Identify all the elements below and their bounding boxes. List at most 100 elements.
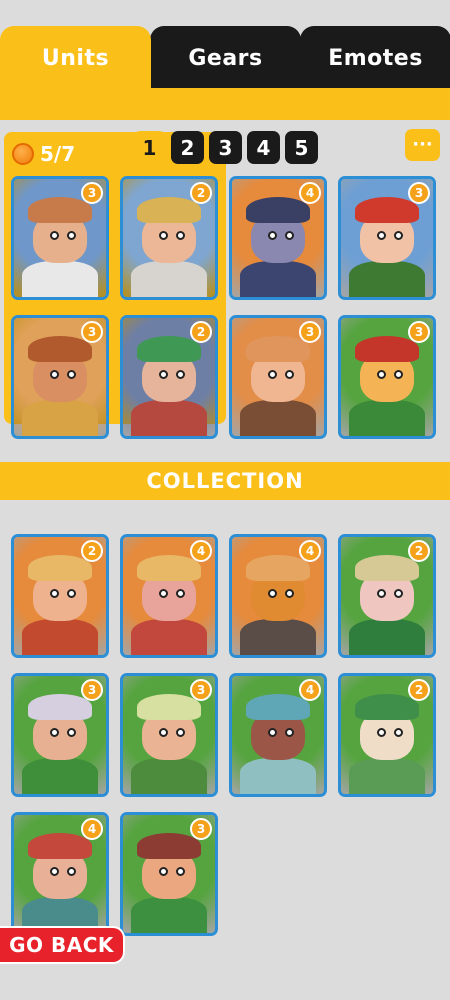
unit-eye bbox=[394, 370, 403, 379]
unit-body bbox=[349, 758, 425, 794]
unit-card[interactable]: 2 bbox=[11, 534, 109, 658]
unit-body bbox=[240, 758, 316, 794]
tab-emotes[interactable]: Emotes bbox=[300, 26, 450, 90]
unit-hair bbox=[246, 555, 310, 581]
page-button-4[interactable]: 4 bbox=[247, 131, 280, 164]
unit-level-badge: 2 bbox=[408, 540, 430, 562]
unit-card[interactable]: 3 bbox=[338, 315, 436, 439]
unit-hair bbox=[355, 197, 419, 223]
unit-card[interactable]: 4 bbox=[229, 673, 327, 797]
unit-hair bbox=[28, 555, 92, 581]
unit-card[interactable]: 3 bbox=[338, 176, 436, 300]
unit-level-badge: 2 bbox=[190, 321, 212, 343]
unit-body bbox=[240, 619, 316, 655]
unit-card[interactable]: 3 bbox=[120, 812, 218, 936]
unit-body bbox=[22, 758, 98, 794]
unit-level-badge: 4 bbox=[299, 540, 321, 562]
collection-header: COLLECTION bbox=[0, 462, 450, 500]
unit-eye bbox=[268, 589, 277, 598]
unit-hair bbox=[28, 694, 92, 720]
unit-body bbox=[349, 619, 425, 655]
unit-card[interactable]: 3 bbox=[11, 315, 109, 439]
unit-card[interactable]: 4 bbox=[11, 812, 109, 936]
tab-units[interactable]: Units bbox=[0, 26, 151, 90]
unit-body bbox=[22, 400, 98, 436]
unit-eye bbox=[285, 589, 294, 598]
unit-body bbox=[240, 400, 316, 436]
go-back-button[interactable]: GO BACK bbox=[0, 926, 125, 964]
unit-card[interactable]: 4 bbox=[229, 176, 327, 300]
unit-eye bbox=[176, 370, 185, 379]
unit-eye bbox=[50, 370, 59, 379]
unit-eye bbox=[377, 370, 386, 379]
unit-level-badge: 3 bbox=[299, 321, 321, 343]
unit-eye bbox=[159, 728, 168, 737]
unit-eye bbox=[268, 231, 277, 240]
unit-level-badge: 4 bbox=[299, 679, 321, 701]
unit-body bbox=[22, 261, 98, 297]
unit-eye bbox=[159, 370, 168, 379]
unit-level-badge: 4 bbox=[299, 182, 321, 204]
unit-eye bbox=[176, 867, 185, 876]
unit-level-badge: 3 bbox=[81, 321, 103, 343]
unit-hair bbox=[28, 336, 92, 362]
unit-card[interactable]: 3 bbox=[120, 673, 218, 797]
unit-eye bbox=[377, 231, 386, 240]
unit-card[interactable]: 2 bbox=[338, 534, 436, 658]
unit-eye bbox=[394, 589, 403, 598]
unit-eye bbox=[285, 231, 294, 240]
unit-level-badge: 2 bbox=[408, 679, 430, 701]
unit-level-badge: 3 bbox=[190, 818, 212, 840]
unit-eye bbox=[159, 867, 168, 876]
unit-eye bbox=[50, 867, 59, 876]
unit-level-badge: 2 bbox=[81, 540, 103, 562]
unit-body bbox=[131, 261, 207, 297]
unit-body bbox=[131, 400, 207, 436]
unit-body bbox=[131, 619, 207, 655]
unit-body bbox=[349, 400, 425, 436]
unit-hair bbox=[137, 694, 201, 720]
page-button-1[interactable]: 1 bbox=[133, 131, 166, 164]
coin-icon bbox=[12, 143, 34, 165]
more-options-button[interactable]: ··· bbox=[405, 129, 440, 161]
unit-eye bbox=[285, 370, 294, 379]
unit-eye bbox=[268, 728, 277, 737]
unit-level-badge: 3 bbox=[81, 679, 103, 701]
unit-eye bbox=[176, 231, 185, 240]
unit-card[interactable]: 2 bbox=[120, 315, 218, 439]
unit-card[interactable]: 4 bbox=[229, 534, 327, 658]
unit-level-badge: 3 bbox=[190, 679, 212, 701]
unit-level-badge: 4 bbox=[81, 818, 103, 840]
unit-eye bbox=[176, 589, 185, 598]
tab-gears[interactable]: Gears bbox=[150, 26, 301, 90]
page-button-5[interactable]: 5 bbox=[285, 131, 318, 164]
unit-eye bbox=[268, 370, 277, 379]
team-count-label: 5/7 bbox=[40, 142, 76, 166]
unit-eye bbox=[159, 589, 168, 598]
unit-card[interactable]: 2 bbox=[338, 673, 436, 797]
unit-body bbox=[240, 261, 316, 297]
unit-hair bbox=[246, 694, 310, 720]
unit-card[interactable]: 2 bbox=[120, 176, 218, 300]
unit-card[interactable]: 3 bbox=[229, 315, 327, 439]
page-button-3[interactable]: 3 bbox=[209, 131, 242, 164]
tab-bar: Gears Emotes Units bbox=[0, 26, 450, 90]
unit-card[interactable]: 4 bbox=[120, 534, 218, 658]
unit-hair bbox=[355, 694, 419, 720]
unit-card[interactable]: 3 bbox=[11, 673, 109, 797]
unit-eye bbox=[50, 728, 59, 737]
page-button-2[interactable]: 2 bbox=[171, 131, 204, 164]
unit-eye bbox=[50, 231, 59, 240]
unit-eye bbox=[377, 589, 386, 598]
unit-card[interactable]: 3 bbox=[11, 176, 109, 300]
unit-body bbox=[131, 897, 207, 933]
unit-body bbox=[349, 261, 425, 297]
unit-body bbox=[22, 619, 98, 655]
unit-eye bbox=[67, 728, 76, 737]
unit-hair bbox=[28, 833, 92, 859]
unit-eye bbox=[394, 231, 403, 240]
unit-hair bbox=[28, 197, 92, 223]
unit-eye bbox=[67, 867, 76, 876]
unit-eye bbox=[67, 231, 76, 240]
unit-body bbox=[131, 758, 207, 794]
